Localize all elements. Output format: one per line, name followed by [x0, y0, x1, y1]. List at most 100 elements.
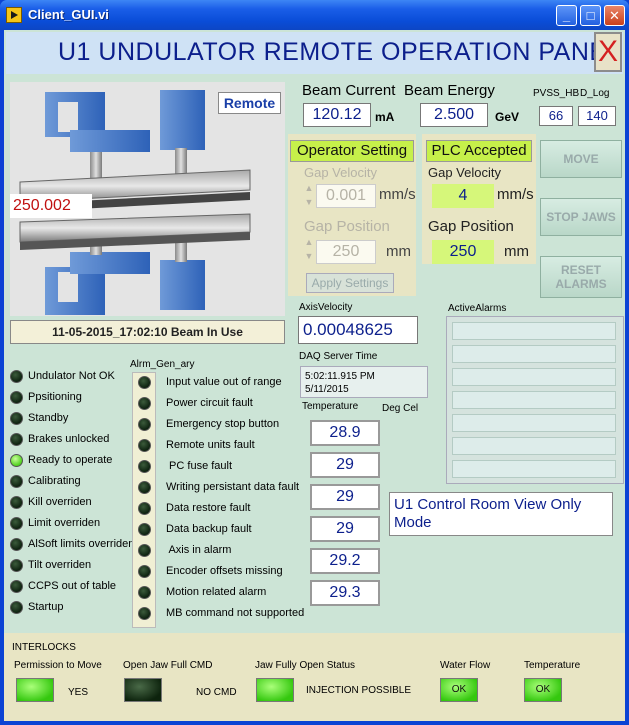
operator-setting-title: Operator Setting	[290, 140, 414, 162]
beam-current-value: 120.12	[303, 103, 371, 127]
move-button[interactable]: MOVE	[540, 140, 622, 178]
alarm-led	[138, 397, 151, 410]
daq-server-time: 5:02:11.915 PM 5/11/2015	[300, 366, 428, 398]
state-label: Ppsitioning	[28, 391, 82, 403]
alarm-led	[138, 376, 151, 389]
plc-gap-velocity-unit: mm/s	[497, 186, 534, 203]
op-position-stepper[interactable]: ▲ ▼	[304, 235, 314, 265]
temperature-interlock-lamp-text: OK	[535, 684, 551, 695]
stop-jaws-button[interactable]: STOP JAWS	[540, 198, 622, 236]
op-gap-position-unit: mm	[386, 243, 411, 260]
alarm-led	[138, 481, 151, 494]
banner: U1 UNDULATOR REMOTE OPERATION PANEL	[6, 32, 623, 74]
alarm-row	[452, 391, 616, 409]
op-gap-position-input[interactable]: 250	[316, 240, 376, 264]
state-label: Ready to operate	[28, 454, 113, 466]
state-label: Tilt overriden	[28, 559, 92, 571]
state-label: Brakes unlocked	[28, 433, 110, 445]
state-led	[10, 412, 23, 425]
alarm-label: Remote units fault	[166, 439, 255, 451]
reset-alarms-line2: ALARMS	[555, 277, 607, 291]
temperature-label: Temperature	[302, 401, 359, 412]
jaw-open-status-lamp	[256, 678, 294, 702]
reset-alarms-button[interactable]: RESET ALARMS	[540, 256, 622, 298]
op-gap-position-label: Gap Position	[304, 218, 390, 235]
state-led	[10, 580, 23, 593]
state-label: Kill overriden	[28, 496, 92, 508]
alarm-label: Motion related alarm	[166, 586, 267, 598]
exit-button[interactable]: X	[594, 32, 622, 72]
alarm-row	[452, 345, 616, 363]
axis-velocity-label: AxisVelocity	[299, 302, 353, 313]
apply-settings-button[interactable]: Apply Settings	[306, 273, 394, 293]
pvss-value: 66	[539, 106, 573, 126]
beam-energy-label: Beam Energy	[404, 82, 495, 99]
window-title: Client_GUI.vi	[28, 7, 109, 22]
alarm-row	[452, 437, 616, 455]
dlog-label: D_Log	[580, 88, 610, 99]
alarm-label: PC fuse fault	[166, 460, 233, 472]
state-led	[10, 601, 23, 614]
pvss-label: PVSS_HB	[533, 88, 580, 99]
alarm-label: Data restore fault	[166, 502, 251, 514]
dlog-value: 140	[578, 106, 616, 126]
reset-alarms-line1: RESET	[560, 263, 601, 277]
minimize-button[interactable]: _	[556, 5, 577, 26]
title-bar[interactable]: Client_GUI.vi _ □ ✕	[0, 0, 629, 30]
close-button[interactable]: ✕	[604, 5, 625, 26]
op-gap-velocity-input[interactable]: 0.001	[316, 184, 376, 208]
beam-current-unit: mA	[375, 110, 395, 124]
op-velocity-stepper[interactable]: ▲ ▼	[304, 181, 314, 211]
state-led	[10, 454, 23, 467]
open-jaw-cmd-status: NO CMD	[196, 687, 237, 698]
temperature-value: 29	[310, 452, 380, 478]
state-label: Undulator Not OK	[28, 370, 115, 382]
interlocks-title: INTERLOCKS	[12, 642, 76, 653]
op-gap-velocity-label: Gap Velocity	[304, 165, 377, 180]
beam-energy-unit: GeV	[495, 110, 520, 124]
state-label: Startup	[28, 601, 64, 613]
state-label: CCPS out of table	[28, 580, 117, 592]
alarm-row	[452, 414, 616, 432]
alarm-led	[138, 460, 151, 473]
alarm-label: Data backup fault	[166, 523, 252, 535]
plc-gap-velocity-value: 4	[432, 184, 494, 208]
state-led	[10, 433, 23, 446]
alarm-led	[138, 586, 151, 599]
state-label: Calibrating	[28, 475, 81, 487]
maximize-button[interactable]: □	[580, 5, 601, 26]
plc-gap-position-label: Gap Position	[428, 218, 514, 235]
active-alarms-label: ActiveAlarms	[448, 303, 507, 314]
gap-readout: 250.002	[10, 194, 92, 218]
state-led	[10, 538, 23, 551]
alarm-row	[452, 460, 616, 478]
remote-indicator: Remote	[218, 92, 281, 114]
plc-gap-position-value: 250	[432, 240, 494, 264]
alarm-row	[452, 322, 616, 340]
plc-gap-position-unit: mm	[504, 243, 529, 260]
temperature-value: 29.2	[310, 548, 380, 574]
permission-to-move-status: YES	[68, 687, 89, 698]
alarm-led	[138, 418, 151, 431]
beam-current-label: Beam Current	[302, 82, 396, 99]
op-gap-velocity-unit: mm/s	[379, 186, 416, 203]
permission-to-move-label: Permission to Move	[14, 660, 102, 671]
status-datetime: 11-05-2015_17:02:10 Beam In Use	[10, 320, 285, 344]
state-label: AlSoft limits overriden	[28, 538, 135, 550]
alarm-label: Writing persistant data fault	[166, 481, 300, 493]
alarm-led	[138, 439, 151, 452]
jaw-open-status-label: Jaw Fully Open Status	[255, 660, 356, 671]
permission-to-move-lamp	[16, 678, 54, 702]
temperature-unit: Deg Cel	[382, 403, 419, 414]
beam-energy-value: 2.500	[420, 103, 488, 127]
state-led	[10, 370, 23, 383]
alarm-led	[138, 607, 151, 620]
alarm-gen-label: Alrm_Gen_ary	[130, 359, 195, 370]
alarm-label: Encoder offsets missing	[166, 565, 283, 577]
temperature-value: 29	[310, 516, 380, 542]
alarm-led	[138, 523, 151, 536]
control-room-mode: U1 Control Room View Only Mode	[389, 492, 613, 536]
alarm-label: Axis in alarm	[166, 544, 232, 556]
water-flow-label: Water Flow	[440, 660, 491, 671]
daq-label: DAQ Server Time	[299, 351, 378, 362]
